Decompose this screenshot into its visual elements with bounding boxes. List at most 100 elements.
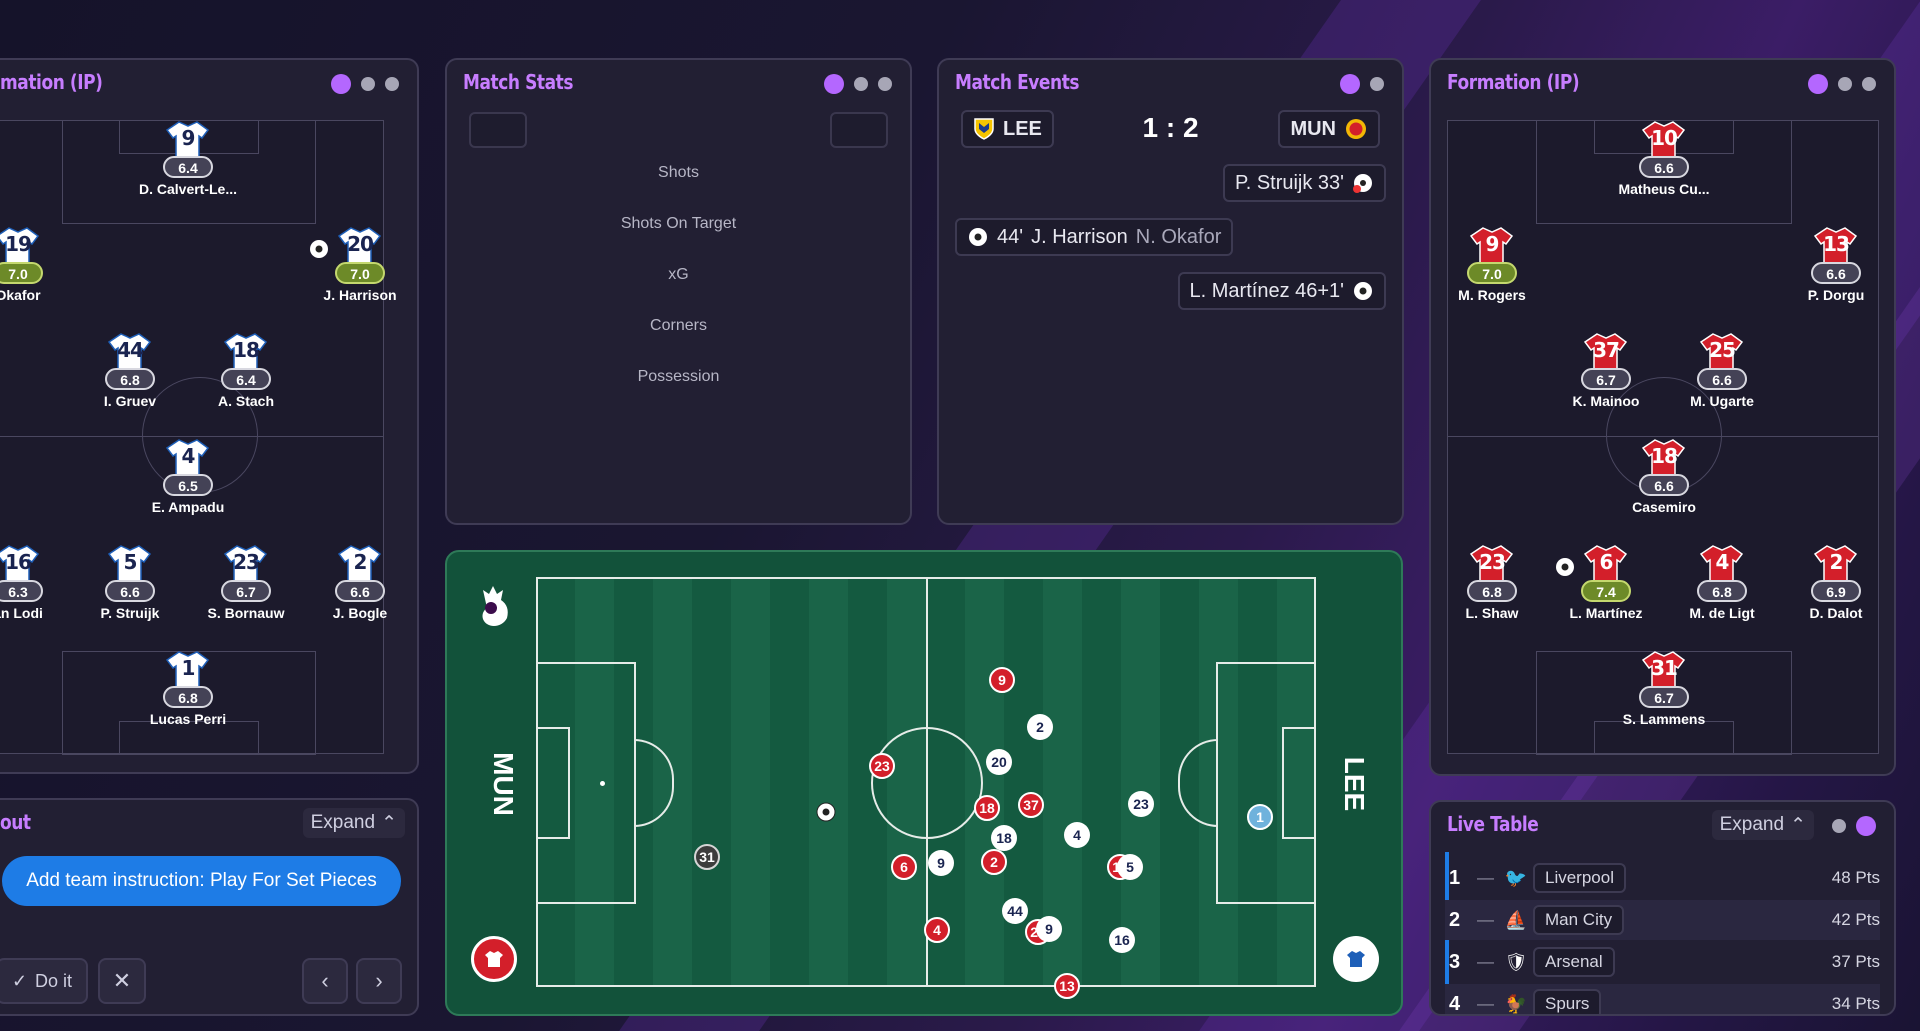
- player-marker[interactable]: 16: [1109, 927, 1135, 953]
- panel-dots[interactable]: [331, 74, 399, 94]
- panel-title: Match Events: [955, 70, 1080, 94]
- premier-league-logo-icon: [482, 586, 508, 626]
- expand-button[interactable]: Expand ⌃: [302, 808, 405, 838]
- shirt-number: 18: [1651, 444, 1678, 468]
- table-position: 4: [1449, 992, 1461, 1015]
- next-button[interactable]: ›: [356, 958, 402, 1004]
- player-card[interactable]: 31 6.7 S. Lammens: [1609, 650, 1719, 727]
- match-events-panel: Match Events LEE 1 : 2 MUN P. Struijk 33…: [937, 58, 1404, 525]
- shirt-number: 20: [347, 232, 374, 256]
- player-rating: 6.8: [1467, 580, 1517, 602]
- player-card[interactable]: 18 6.6 Casemiro: [1609, 438, 1719, 515]
- player-marker[interactable]: 9: [1036, 916, 1062, 942]
- shirt-icon: 44: [108, 332, 152, 372]
- player-card[interactable]: 2 6.6 J. Bogle: [305, 544, 415, 621]
- player-marker[interactable]: 13: [1054, 973, 1080, 999]
- player-name: E. Ampadu: [151, 499, 225, 515]
- shirt-number: 10: [1651, 126, 1678, 150]
- player-marker[interactable]: 9: [928, 850, 954, 876]
- suggestion-button[interactable]: Add team instruction: Play For Set Piece…: [2, 856, 401, 906]
- shirt-number: 13: [1823, 232, 1850, 256]
- home-kit-button[interactable]: [1333, 936, 1379, 982]
- do-it-label: Do it: [35, 970, 73, 991]
- player-marker[interactable]: 37: [1018, 792, 1044, 818]
- player-name: A. Stach: [217, 393, 274, 409]
- team-points: 34 Pts: [1831, 994, 1880, 1013]
- shirt-number: 4: [1715, 550, 1730, 574]
- shirt-icon: 9: [1470, 226, 1514, 266]
- shirt-number: 25: [1709, 338, 1736, 362]
- player-card[interactable]: 44 6.8 I. Gruev: [75, 332, 185, 409]
- shirt-icon: 6: [1584, 544, 1628, 584]
- table-row[interactable]: 4 — 🐓 Spurs 34 Pts: [1445, 984, 1880, 1015]
- player-marker[interactable]: 31: [694, 844, 720, 870]
- player-marker[interactable]: 2: [1027, 714, 1053, 740]
- shirt-number: 5: [123, 550, 138, 574]
- ball-icon: [816, 802, 836, 822]
- event-card[interactable]: L. Martínez 46+1': [1177, 272, 1386, 310]
- expand-button[interactable]: Expand ⌃: [1711, 810, 1814, 840]
- player-card[interactable]: 18 6.4 A. Stach: [191, 332, 301, 409]
- shirt-number: 18: [233, 338, 260, 362]
- shirt-number: 6: [1599, 550, 1614, 574]
- player-card[interactable]: 25 6.6 M. Ugarte: [1667, 332, 1777, 409]
- player-marker[interactable]: 23: [869, 753, 895, 779]
- player-card[interactable]: 16 6.3 an Lodi: [0, 544, 73, 621]
- player-name: I. Gruev: [103, 393, 157, 409]
- table-row[interactable]: 3 — 🛡 Arsenal 37 Pts: [1445, 942, 1880, 982]
- shirt-icon: 23: [1470, 544, 1514, 584]
- player-card[interactable]: 9 7.0 M. Rogers: [1437, 226, 1547, 303]
- player-card[interactable]: 19 7.0 Okafor: [0, 226, 73, 303]
- shirt-number: 9: [1485, 232, 1500, 256]
- panel-title: Match Stats: [463, 70, 574, 94]
- player-card[interactable]: 23 6.8 L. Shaw: [1437, 544, 1547, 621]
- shirt-icon: 2: [1814, 544, 1858, 584]
- player-marker[interactable]: 4: [924, 917, 950, 943]
- player-marker[interactable]: 44: [1002, 898, 1028, 924]
- player-card[interactable]: 4 6.5 E. Ampadu: [133, 438, 243, 515]
- shirt-icon: 23: [224, 544, 268, 584]
- player-name: S. Bornauw: [207, 605, 285, 621]
- player-card[interactable]: 1 6.8 Lucas Perri: [133, 650, 243, 727]
- away-kit-button[interactable]: [471, 936, 517, 982]
- player-card[interactable]: 5 6.6 P. Struijk: [75, 544, 185, 621]
- player-card[interactable]: 13 6.6 P. Dorgu: [1781, 226, 1891, 303]
- player-marker[interactable]: 2: [981, 849, 1007, 875]
- panel-dots[interactable]: [1832, 816, 1876, 836]
- player-marker[interactable]: 6: [891, 854, 917, 880]
- player-marker[interactable]: 1: [1247, 804, 1273, 830]
- player-marker[interactable]: 5: [1117, 854, 1143, 880]
- player-marker[interactable]: 23: [1128, 791, 1154, 817]
- panel-dots[interactable]: [1340, 74, 1384, 94]
- table-row[interactable]: 1 — 🐦 Liverpool 48 Pts: [1445, 858, 1880, 898]
- player-card[interactable]: 2 6.9 D. Dalot: [1781, 544, 1891, 621]
- previous-button[interactable]: ‹: [302, 958, 348, 1004]
- player-card[interactable]: 37 6.7 K. Mainoo: [1551, 332, 1661, 409]
- panel-dots[interactable]: [824, 74, 892, 94]
- player-card[interactable]: 9 6.4 D. Calvert-Le...: [133, 120, 243, 197]
- event-card[interactable]: 44' J. Harrison N. Okafor: [955, 218, 1234, 256]
- player-name: Okafor: [0, 287, 41, 303]
- do-it-button[interactable]: ✓ Do it: [0, 958, 88, 1004]
- player-marker[interactable]: 9: [989, 667, 1015, 693]
- player-card[interactable]: 23 6.7 S. Bornauw: [191, 544, 301, 621]
- player-card[interactable]: 10 6.6 Matheus Cu...: [1609, 120, 1719, 197]
- shirt-number: 31: [1651, 656, 1678, 680]
- player-marker[interactable]: 18: [974, 795, 1000, 821]
- stat-label: Shots: [658, 164, 699, 181]
- player-marker[interactable]: 4: [1064, 822, 1090, 848]
- event-card[interactable]: P. Struijk 33': [1222, 164, 1386, 202]
- event-assist: N. Okafor: [1135, 225, 1222, 248]
- table-row[interactable]: 2 — ⛵ Man City 42 Pts: [1445, 900, 1880, 940]
- shirt-icon: 19: [0, 226, 40, 266]
- player-marker[interactable]: 20: [986, 749, 1012, 775]
- player-marker[interactable]: 18: [991, 825, 1017, 851]
- shirt-icon: 9: [166, 120, 210, 160]
- panel-title: out: [0, 810, 31, 834]
- player-rating: 7.0: [1467, 262, 1517, 284]
- panel-dots[interactable]: [1808, 74, 1876, 94]
- shirt-number: 1: [181, 656, 196, 680]
- dismiss-button[interactable]: ✕: [98, 958, 146, 1004]
- team-points: 37 Pts: [1831, 952, 1880, 971]
- player-card[interactable]: 4 6.8 M. de Ligt: [1667, 544, 1777, 621]
